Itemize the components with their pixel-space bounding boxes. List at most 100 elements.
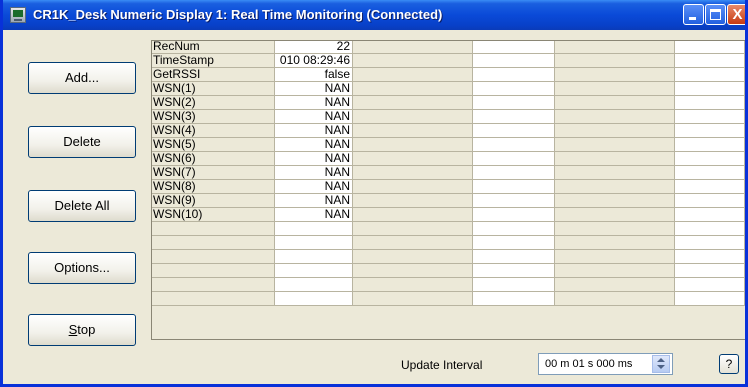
field-name-cell: TimeStamp <box>151 54 275 68</box>
empty-value-cell <box>473 110 555 124</box>
empty-value-cell <box>675 194 745 208</box>
field-name-cell: RecNum <box>151 40 275 54</box>
app-icon-screen <box>13 10 23 17</box>
empty-name-cell <box>555 222 675 236</box>
field-value-cell: false <box>275 68 353 82</box>
field-name-cell <box>151 250 275 264</box>
field-value-cell <box>275 264 353 278</box>
empty-value-cell <box>675 68 745 82</box>
field-value-text: NAN <box>324 96 350 109</box>
empty-value-cell <box>473 54 555 68</box>
empty-name-cell <box>555 208 675 222</box>
empty-name-cell <box>353 54 473 68</box>
empty-name-cell <box>353 82 473 96</box>
spin-down-icon[interactable] <box>657 365 665 369</box>
empty-name-cell <box>555 82 675 96</box>
empty-value-cell <box>473 222 555 236</box>
window-title: CR1K_Desk Numeric Display 1: Real Time M… <box>33 7 443 22</box>
maximize-icon <box>710 9 721 20</box>
field-name-cell: WSN(4) <box>151 124 275 138</box>
empty-name-cell <box>555 236 675 250</box>
field-value-text: NAN <box>324 180 350 193</box>
app-icon[interactable] <box>10 7 26 23</box>
empty-name-cell <box>555 110 675 124</box>
minimize-button[interactable] <box>683 4 704 25</box>
field-value-cell: NAN <box>275 166 353 180</box>
empty-value-cell <box>675 236 745 250</box>
field-name-cell: WSN(1) <box>151 82 275 96</box>
empty-name-cell <box>353 110 473 124</box>
spin-up-icon[interactable] <box>657 358 665 362</box>
field-name-cell: WSN(8) <box>151 180 275 194</box>
field-name-cell <box>151 264 275 278</box>
empty-name-cell <box>353 278 473 292</box>
empty-name-cell <box>353 250 473 264</box>
options-button[interactable]: Options... <box>28 252 136 284</box>
empty-name-cell <box>555 180 675 194</box>
empty-name-cell <box>555 250 675 264</box>
empty-value-cell <box>473 208 555 222</box>
field-name-cell <box>151 292 275 306</box>
delete-all-button[interactable]: Delete All <box>28 190 136 222</box>
field-value-cell: 010 08:29:46 <box>275 54 353 68</box>
empty-name-cell <box>555 54 675 68</box>
stop-label: top <box>77 322 96 337</box>
empty-value-cell <box>675 138 745 152</box>
field-value-cell <box>275 222 353 236</box>
field-value-text: 22 <box>336 40 350 53</box>
empty-value-cell <box>675 222 745 236</box>
title-bar[interactable]: CR1K_Desk Numeric Display 1: Real Time M… <box>3 0 745 30</box>
empty-name-cell <box>353 180 473 194</box>
empty-value-cell <box>473 194 555 208</box>
empty-value-cell <box>473 292 555 306</box>
empty-name-cell <box>353 194 473 208</box>
help-button[interactable]: ? <box>719 354 739 374</box>
empty-name-cell <box>555 278 675 292</box>
empty-name-cell <box>353 292 473 306</box>
field-value-text: 010 08:29:46 <box>279 54 350 67</box>
field-value-text: false <box>324 68 350 81</box>
field-value-cell: NAN <box>275 208 353 222</box>
maximize-button[interactable] <box>705 4 726 25</box>
stop-mnemonic: S <box>68 322 78 337</box>
empty-name-cell <box>353 138 473 152</box>
field-name-cell: WSN(3) <box>151 110 275 124</box>
empty-value-cell <box>473 96 555 110</box>
empty-name-cell <box>353 236 473 250</box>
empty-name-cell <box>353 124 473 138</box>
update-interval-input[interactable]: 00 m 01 s 000 ms <box>538 353 673 375</box>
field-value-cell: 22 <box>275 40 353 54</box>
empty-value-cell <box>473 82 555 96</box>
empty-name-cell <box>353 208 473 222</box>
field-name-cell <box>151 236 275 250</box>
empty-name-cell <box>353 96 473 110</box>
empty-value-cell <box>473 236 555 250</box>
field-value-cell <box>275 236 353 250</box>
close-button[interactable]: X <box>727 4 745 25</box>
empty-name-cell <box>353 264 473 278</box>
add-button[interactable]: Add... <box>28 62 136 94</box>
update-interval-spinner[interactable] <box>652 355 670 373</box>
empty-name-cell <box>353 152 473 166</box>
empty-name-cell <box>353 40 473 54</box>
empty-value-cell <box>675 82 745 96</box>
field-name-cell: WSN(2) <box>151 96 275 110</box>
stop-button[interactable]: Stop <box>28 314 136 346</box>
empty-name-cell <box>555 138 675 152</box>
field-value-cell: NAN <box>275 82 353 96</box>
field-value-cell: NAN <box>275 152 353 166</box>
field-value-text: NAN <box>324 138 350 151</box>
field-value-text: NAN <box>324 110 350 123</box>
close-icon: X <box>732 6 743 23</box>
empty-value-cell <box>675 40 745 54</box>
empty-value-cell <box>675 110 745 124</box>
field-value-text: NAN <box>324 152 350 165</box>
field-name-cell: WSN(10) <box>151 208 275 222</box>
field-name-cell: WSN(6) <box>151 152 275 166</box>
field-name-cell: GetRSSI <box>151 68 275 82</box>
field-name-cell <box>151 278 275 292</box>
empty-value-cell <box>675 180 745 194</box>
empty-value-cell <box>675 292 745 306</box>
field-value-text: NAN <box>324 208 350 221</box>
delete-button[interactable]: Delete <box>28 126 136 158</box>
